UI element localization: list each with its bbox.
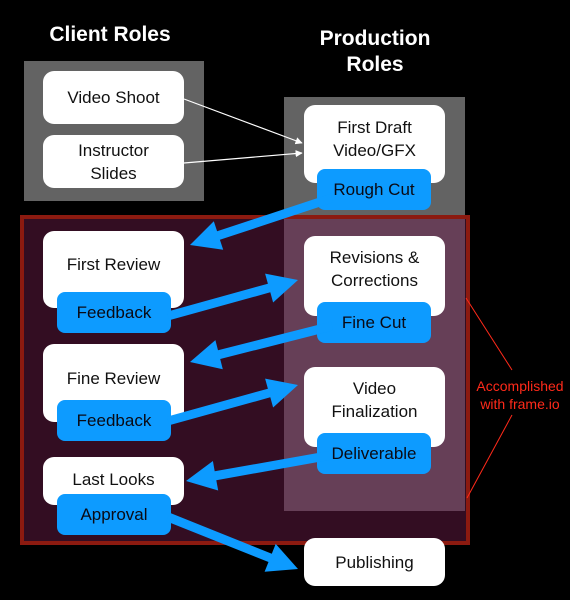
deliverable-tag: Deliverable <box>317 433 431 474</box>
publishing-node: Publishing <box>304 538 445 586</box>
annotation-pointer-top <box>465 297 513 371</box>
fine-review-feedback-tag: Feedback <box>57 400 171 441</box>
annotation-pointer-bottom <box>466 414 513 499</box>
video-finalization-label-line1: Video <box>352 379 397 398</box>
instructor-slides-label-line2: Slides <box>90 163 137 183</box>
video-shoot-label: Video Shoot <box>67 88 160 107</box>
publishing-label: Publishing <box>335 552 414 572</box>
first-review-label: First Review <box>66 255 161 274</box>
production-roles-heading-line2: Roles <box>346 53 404 76</box>
fine-cut-tag: Fine Cut <box>317 302 431 343</box>
first-draft-label-line1: First Draft <box>337 118 412 137</box>
instructor-slides-label-line1: Instructor <box>78 140 149 160</box>
production-roles-heading-line1: Production <box>319 27 431 50</box>
video-shoot-node: Video Shoot <box>43 71 184 124</box>
frameio-annotation-line2: with frame.io <box>480 396 560 412</box>
frameio-annotation-line1: Accomplished <box>476 378 564 394</box>
first-draft-label-line2: Video/GFX <box>333 141 416 160</box>
first-review-feedback-tag: Feedback <box>57 292 171 333</box>
client-roles-heading: Client Roles <box>49 23 171 46</box>
rough-cut-tag: Rough Cut <box>317 169 431 210</box>
instructor-slides-node: Instructor Slides <box>43 135 184 188</box>
fine-review-label: Fine Review <box>66 368 161 388</box>
revisions-label-line2: Corrections <box>331 271 418 290</box>
last-looks-label: Last Looks <box>72 469 155 489</box>
approval-tag: Approval <box>57 494 171 535</box>
production-roles-heading: Production Roles <box>290 26 460 78</box>
frameio-annotation: Accomplished with frame.io <box>470 377 570 413</box>
revisions-label-line1: Revisions & <box>329 248 420 267</box>
video-finalization-label-line2: Finalization <box>331 402 418 421</box>
